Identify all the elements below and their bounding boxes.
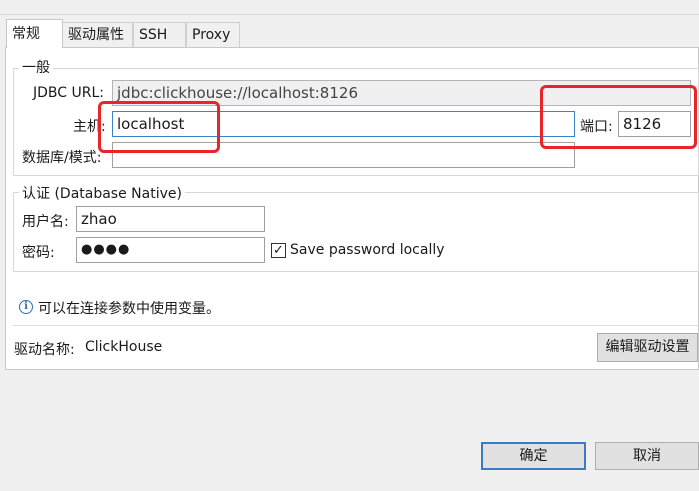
info-icon: i bbox=[19, 300, 33, 314]
tab-proxy[interactable]: Proxy bbox=[186, 22, 240, 47]
jdbc-url-label: JDBC URL: bbox=[33, 85, 104, 101]
auth-group-legend: 认证 (Database Native) bbox=[19, 183, 185, 203]
username-input[interactable]: zhao bbox=[76, 206, 265, 232]
database-schema-label: 数据库/模式: bbox=[22, 150, 102, 166]
port-highlight-box bbox=[540, 85, 697, 149]
edit-driver-settings-button[interactable]: 编辑驱动设置 bbox=[597, 333, 698, 362]
variables-hint-text: 可以在连接参数中使用变量。 bbox=[38, 301, 220, 317]
save-password-label[interactable]: Save password locally bbox=[290, 242, 445, 258]
tab-general[interactable]: 常规 bbox=[6, 19, 63, 48]
driver-separator bbox=[13, 325, 699, 326]
driver-name-value: ClickHouse bbox=[85, 339, 163, 355]
username-label: 用户名: bbox=[22, 214, 69, 230]
tab-ssh[interactable]: SSH bbox=[133, 22, 186, 47]
driver-name-label: 驱动名称: bbox=[14, 342, 75, 358]
save-password-checkbox[interactable]: ✓ bbox=[271, 243, 286, 258]
host-highlight-box bbox=[98, 101, 220, 153]
password-label: 密码: bbox=[22, 245, 55, 261]
password-input[interactable]: ●●●● bbox=[76, 237, 265, 263]
cancel-button[interactable]: 取消 bbox=[595, 442, 699, 470]
window-top-border bbox=[0, 14, 699, 15]
tab-driver-properties[interactable]: 驱动属性 bbox=[62, 22, 133, 47]
general-group-legend: 一般 bbox=[19, 57, 53, 77]
ok-button[interactable]: 确定 bbox=[481, 442, 586, 470]
